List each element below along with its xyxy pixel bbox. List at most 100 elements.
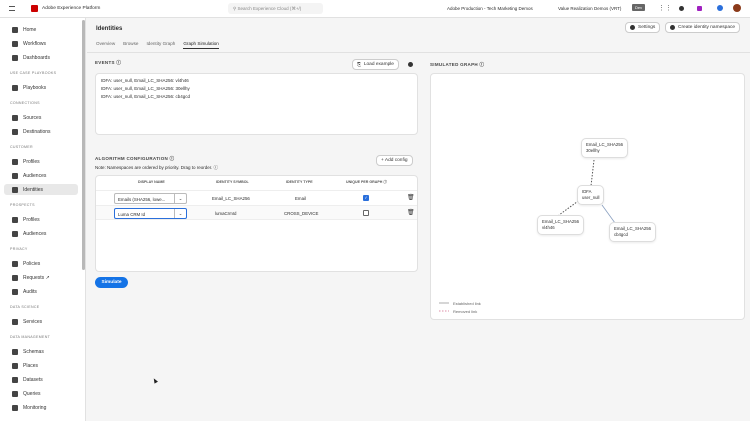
sidebar-item-services[interactable]: Services [4, 316, 78, 327]
delete-icon[interactable]: 🗑 [407, 194, 415, 201]
sidebar-section-privacy[interactable]: PRIVACY [10, 247, 28, 251]
audiences-icon [12, 230, 18, 237]
policies-icon [12, 260, 18, 267]
add-icon [670, 25, 675, 30]
chevron-down-icon: ⌄ [174, 209, 186, 218]
sandbox-switcher[interactable]: Value Realization Demos (VRT) [558, 6, 621, 11]
edge-removed [590, 159, 595, 187]
tab-graph-simulation[interactable]: Graph Simulation [183, 41, 219, 49]
graph-node[interactable]: Email_LC_SHA256 vl4h46 [537, 215, 585, 235]
sidebar-item-profiles[interactable]: Profiles [4, 156, 78, 167]
add-config-button[interactable]: + Add config [376, 155, 413, 166]
sidebar-item-label: Dashboards [23, 54, 50, 61]
events-label: EVENTS ⓘ [95, 60, 122, 65]
graph-canvas[interactable]: Email_LC_SHA256 30ellhy IDFA user_null Ema… [430, 73, 745, 320]
sidebar-item-sources[interactable]: Sources [4, 112, 78, 123]
event-line: IDFA: user_null, Email_LC_SHA256: 30ellh… [101, 86, 190, 91]
sidebar-item-label: Monitoring [23, 404, 47, 411]
services-icon [12, 318, 18, 325]
search-input[interactable]: ⚲ Search Experience Cloud (⌘+/) [228, 3, 323, 14]
delete-icon[interactable]: 🗑 [407, 209, 415, 216]
destinations-icon [12, 128, 18, 135]
graph-node[interactable]: Email_LC_SHA256 cb4gcd [609, 222, 657, 242]
graph-node[interactable]: Email_LC_SHA256 30ellhy [581, 138, 629, 158]
menu-icon[interactable] [9, 6, 15, 11]
sidebar-item-workflows[interactable]: Workflows [4, 38, 78, 49]
sidebar-item-label: Sources [23, 114, 42, 121]
unique-checkbox[interactable] [363, 210, 369, 216]
sidebar-section-customer[interactable]: CUSTOMER [10, 145, 33, 149]
sidebar-item-requests[interactable]: Requests ↗ [4, 272, 78, 283]
adobe-logo [31, 5, 38, 12]
sidebar-item-label: Policies [23, 260, 41, 267]
notifications-icon[interactable] [697, 6, 702, 11]
identity-symbol: Email_LC_SHA256 [212, 196, 250, 201]
display-name-select[interactable]: Emails (SHA256, lowe... ⌄ [114, 193, 187, 204]
events-textarea[interactable]: IDFA: user_null, Email_LC_SHA256: vl4h46… [95, 73, 418, 135]
events-settings-icon[interactable] [408, 62, 413, 67]
load-example-label: Load example [363, 62, 394, 67]
tab-identity-graph[interactable]: Identity Graph [146, 41, 175, 49]
sidebar-item-audits[interactable]: Audits [4, 286, 78, 297]
sidebar-item-monitoring[interactable]: Monitoring [4, 402, 78, 413]
sidebar-item-places[interactable]: Places [4, 360, 78, 371]
avatar[interactable] [733, 4, 741, 12]
sidebar-section-data-management[interactable]: DATA MANAGEMENT [10, 335, 50, 339]
create-identity-namespace-button[interactable]: Create identity namespace [665, 22, 741, 33]
sidebar-item-policies[interactable]: Policies [4, 258, 78, 269]
mouse-cursor [152, 377, 158, 384]
tab-browse[interactable]: Browse [123, 41, 138, 49]
sidebar-item-label: Requests ↗ [23, 274, 50, 281]
sandbox-badge: Dev [632, 4, 646, 11]
audiences-icon [12, 172, 18, 179]
playbooks-icon [12, 84, 18, 91]
create-label: Create identity namespace [678, 25, 736, 30]
app-name[interactable]: Adobe Experience Platform [42, 6, 100, 11]
sidebar-section-connections[interactable]: CONNECTIONS [10, 101, 40, 105]
sources-icon [12, 114, 18, 121]
sidebar-item-schemas[interactable]: Schemas [4, 346, 78, 357]
feedback-icon[interactable] [717, 5, 723, 11]
tab-overview[interactable]: Overview [96, 41, 115, 49]
sidebar-item-playbooks[interactable]: Playbooks [4, 82, 78, 93]
help-icon[interactable] [679, 6, 684, 11]
sidebar-item-datasets[interactable]: Datasets [4, 374, 78, 385]
table-row[interactable]: Luma CRM Id ⌄ lumaCrmId CROSS_DEVICE 🗑 [96, 205, 417, 220]
sidebar-scrollbar[interactable] [82, 20, 85, 270]
sidebar-item-audiences[interactable]: Audiences [4, 170, 78, 181]
identity-symbol: lumaCrmId [215, 211, 237, 216]
simulate-button[interactable]: Simulate [95, 277, 128, 288]
home-icon [12, 26, 18, 33]
legend-removed: Removed link [453, 309, 478, 314]
sidebar-item-dashboards[interactable]: Dashboards [4, 52, 78, 63]
sidebar-section-use-case-playbooks[interactable]: USE CASE PLAYBOOKS [10, 71, 56, 75]
sidebar-section-prospects[interactable]: PROSPECTS [10, 203, 35, 207]
settings-label: Settings [638, 25, 656, 30]
add-config-label: + Add config [381, 158, 408, 163]
org-switcher[interactable]: Adobe Production - Tech Marketing Demos [447, 6, 533, 11]
sidebar-section-data-science[interactable]: DATA SCIENCE [10, 305, 39, 309]
unique-checkbox[interactable]: ✓ [363, 195, 369, 201]
event-line: IDFA: user_null, Email_LC_SHA256: cb4gcd [101, 94, 191, 99]
table-row[interactable]: Emails (SHA256, lowe... ⌄ Email_LC_SHA256… [96, 190, 417, 205]
col-identity-type: IDENTITY TYPE [286, 180, 313, 184]
load-example-button[interactable]: ⎘ Load example [352, 59, 399, 70]
graph-node[interactable]: IDFA user_null [577, 185, 605, 205]
settings-button[interactable]: Settings [625, 22, 661, 33]
apps-grid-icon[interactable]: ⋮⋮ [658, 4, 672, 12]
sidebar-item-label: Places [23, 362, 39, 369]
sidebar-item-identities[interactable]: Identities [4, 184, 78, 195]
sidebar-item-destinations[interactable]: Destinations [4, 126, 78, 137]
sidebar-item-label: Playbooks [23, 84, 47, 91]
sidebar-item-home[interactable]: Home [4, 24, 78, 35]
profiles-icon [12, 216, 18, 223]
sidebar-item-label: Schemas [23, 348, 44, 355]
sidebar-item-audiences[interactable]: Audiences [4, 228, 78, 239]
sidebar-item-profiles[interactable]: Profiles [4, 214, 78, 225]
search-placeholder: Search Experience Cloud (⌘+/) [237, 6, 302, 11]
display-name-select[interactable]: Luma CRM Id ⌄ [114, 208, 187, 219]
legend-established: Established link [453, 301, 481, 306]
sidebar-item-label: Audiences [23, 172, 47, 179]
sidebar-item-queries[interactable]: Queries [4, 388, 78, 399]
places-icon [12, 362, 18, 369]
